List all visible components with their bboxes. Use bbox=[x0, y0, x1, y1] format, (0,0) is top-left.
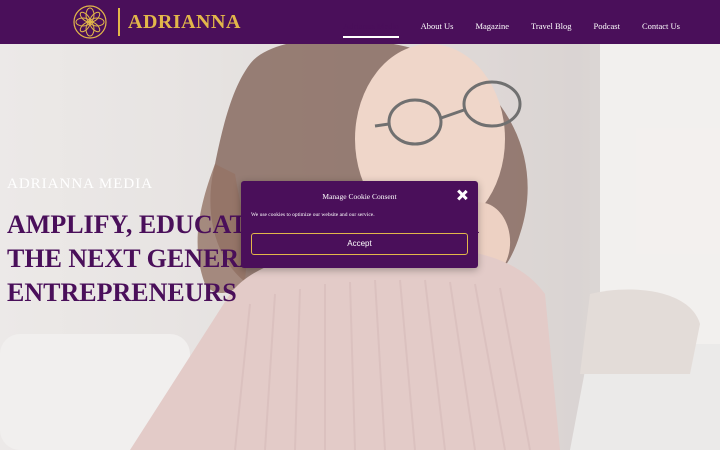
nav-item-label: Travel Blog bbox=[530, 21, 572, 31]
cookie-message: We use cookies to optimize our website a… bbox=[251, 212, 375, 218]
nav-item-label: Adrianna Media bbox=[343, 21, 399, 31]
nav-item-label: Contact Us bbox=[641, 21, 680, 31]
logo[interactable]: ADRIANNA bbox=[72, 4, 241, 40]
nav-item-magazine[interactable]: Magazine bbox=[475, 0, 509, 44]
main-nav: Adrianna Media About Us Magazine Travel … bbox=[321, 0, 680, 44]
nav-item-travel-blog[interactable]: Travel Blog bbox=[531, 0, 572, 44]
nav-item-contact-us[interactable]: Contact Us bbox=[642, 0, 680, 44]
nav-item-about-us[interactable]: About Us bbox=[421, 0, 454, 44]
cookie-title: Manage Cookie Consent bbox=[322, 192, 397, 201]
nav-item-podcast[interactable]: Podcast bbox=[594, 0, 620, 44]
close-icon[interactable] bbox=[456, 189, 468, 201]
nav-item-label: About Us bbox=[420, 21, 454, 31]
flower-icon bbox=[73, 5, 107, 39]
site-header: ADRIANNA Adrianna Media About Us Magazin… bbox=[0, 0, 720, 44]
nav-item-adrianna-media[interactable]: Adrianna Media bbox=[343, 0, 400, 44]
cookie-consent-dialog: Manage Cookie Consent We use cookies to … bbox=[241, 181, 478, 268]
nav-item-label: Podcast bbox=[593, 21, 620, 31]
brand-name: ADRIANNA bbox=[128, 10, 241, 33]
hero-eyebrow: ADRIANNA MEDIA bbox=[7, 176, 154, 192]
logo-divider bbox=[118, 8, 120, 36]
accept-button[interactable]: Accept bbox=[251, 233, 468, 255]
nav-item-label: Magazine bbox=[475, 21, 509, 31]
